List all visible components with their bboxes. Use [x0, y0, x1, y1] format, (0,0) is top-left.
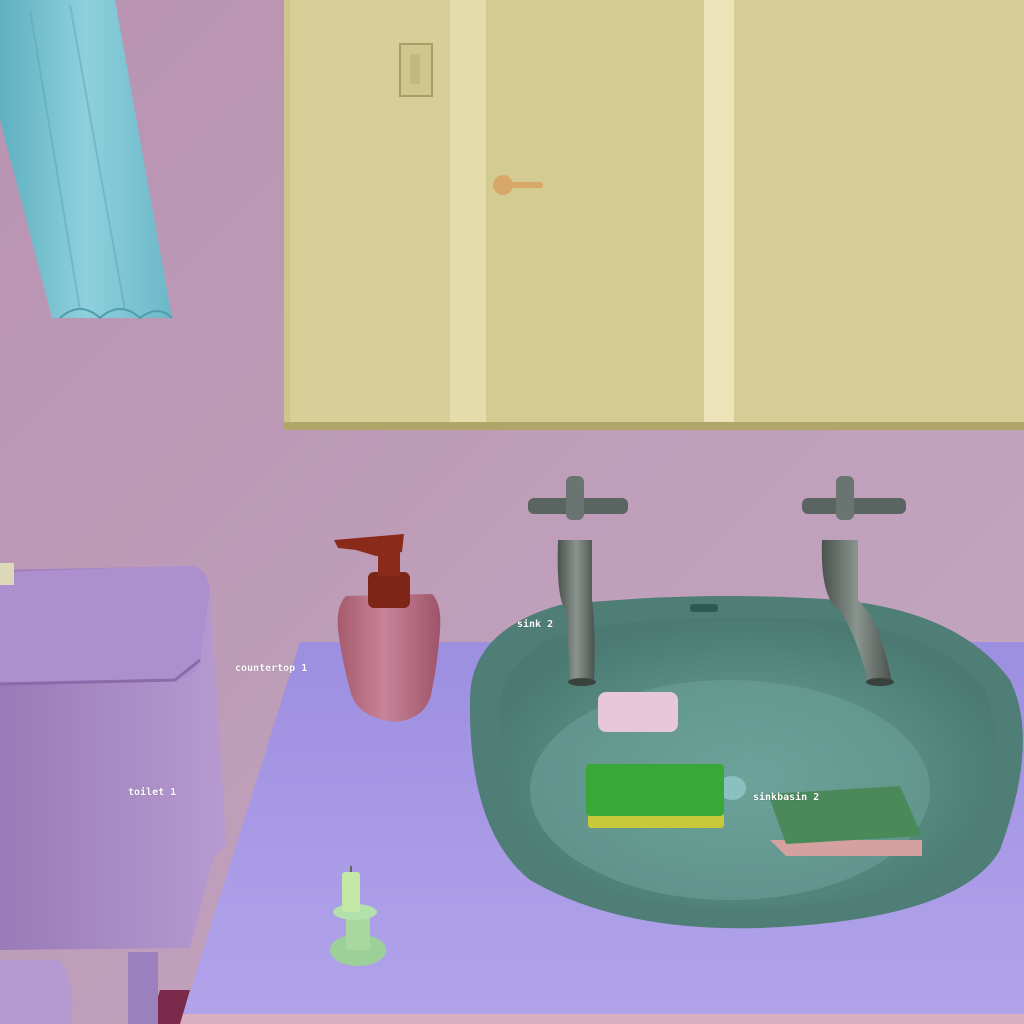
sponge	[586, 764, 724, 828]
pump-head	[368, 572, 410, 608]
sink-basin	[469, 596, 1023, 929]
label-sinkbasin: sinkbasin 2	[753, 792, 820, 803]
label-sink: sink 2	[517, 619, 554, 630]
mirror	[284, 0, 1024, 430]
label-countertop: countertop 1	[235, 663, 308, 674]
candle	[342, 872, 360, 912]
game-viewport: sink 2 countertop 1 toilet 1 sinkbasin 2	[0, 0, 1024, 1024]
label-toilet: toilet 1	[128, 787, 177, 798]
soap-bar	[598, 692, 678, 732]
bathroom-scene	[0, 0, 1024, 1024]
